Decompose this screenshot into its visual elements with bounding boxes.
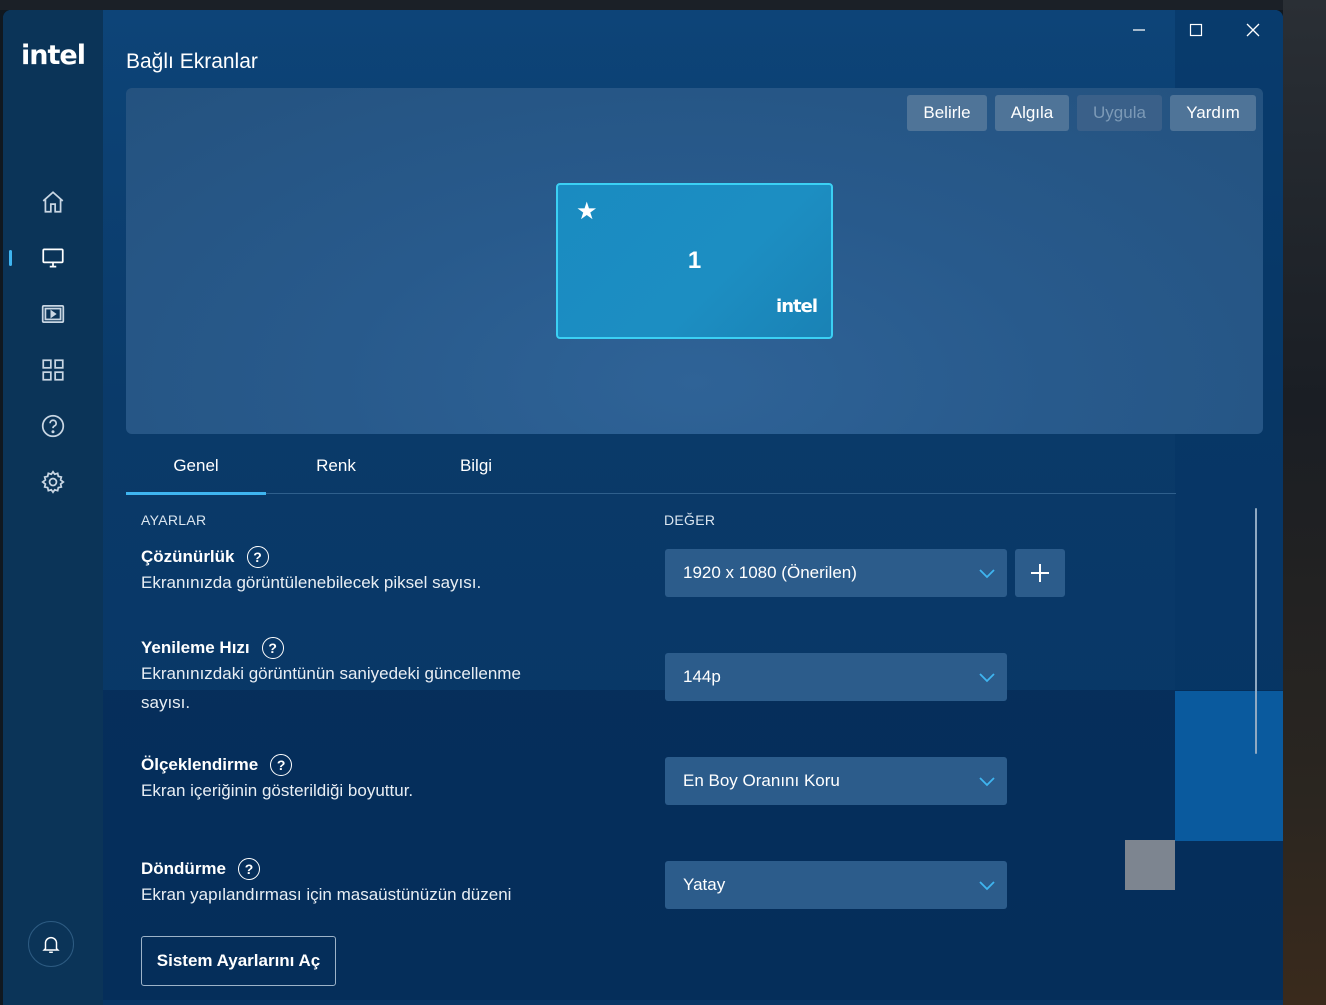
- resolution-value: 1920 x 1080 (Önerilen): [683, 563, 857, 582]
- close-button[interactable]: [1233, 18, 1273, 42]
- chevron-down-icon: [979, 881, 995, 891]
- sidebar-item-settings[interactable]: [3, 460, 103, 504]
- resolution-description: Ekranınızda görüntülenebilecek piksel sa…: [141, 573, 482, 592]
- display-tile-1[interactable]: ★ 1 intel: [556, 183, 833, 339]
- identify-button[interactable]: Belirle: [907, 95, 987, 131]
- help-icon[interactable]: ?: [270, 754, 293, 776]
- scaling-dropdown[interactable]: En Boy Oranını Koru: [665, 757, 1007, 805]
- display-intel-logo: intel: [776, 296, 818, 317]
- refresh-rate-description: Ekranınızdaki görüntünün saniyedeki günc…: [141, 664, 521, 712]
- add-resolution-button[interactable]: [1015, 549, 1065, 597]
- display-preview-panel: Belirle Algıla Uygula Yardım ★ 1 intel: [126, 88, 1263, 434]
- value-column-header: DEĞER: [664, 512, 716, 528]
- help-button[interactable]: Yardım: [1170, 95, 1256, 131]
- open-system-settings-button[interactable]: Sistem Ayarlarını Aç: [141, 936, 336, 986]
- tab-general[interactable]: Genel: [126, 446, 266, 495]
- rotation-description: Ekran yapılandırması için masaüstünüzün …: [141, 885, 512, 904]
- resolution-dropdown[interactable]: 1920 x 1080 (Önerilen): [665, 549, 1007, 597]
- resolution-title: Çözünürlük ?: [141, 546, 269, 568]
- rotation-title: Döndürme ?: [141, 858, 260, 880]
- desktop-background-right: [1283, 0, 1326, 1005]
- tab-bar: Genel Renk Bilgi: [126, 446, 1176, 495]
- scaling-label: Ölçeklendirme: [141, 755, 259, 774]
- tab-color[interactable]: Renk: [266, 446, 406, 494]
- help-icon[interactable]: ?: [238, 858, 260, 880]
- sidebar: intel: [3, 10, 103, 1005]
- maximize-icon: [1189, 23, 1203, 37]
- sidebar-item-home[interactable]: [3, 180, 103, 224]
- help-icon[interactable]: ?: [261, 637, 284, 659]
- refresh-rate-dropdown[interactable]: 144p: [665, 653, 1007, 701]
- minimize-button[interactable]: [1119, 18, 1159, 42]
- chevron-down-icon: [979, 673, 995, 683]
- maximize-button[interactable]: [1176, 18, 1216, 42]
- apps-grid-icon: [42, 359, 64, 381]
- desktop-background-top: [0, 0, 1326, 10]
- scrollbar[interactable]: [1255, 508, 1257, 754]
- bell-icon: [42, 936, 60, 953]
- decorative-block: [1175, 691, 1283, 841]
- video-icon: [41, 305, 65, 323]
- notifications-button[interactable]: [28, 921, 74, 967]
- minimize-icon: [1133, 29, 1145, 31]
- plus-icon: [1031, 564, 1049, 582]
- refresh-rate-label: Yenileme Hızı: [141, 638, 250, 657]
- apply-button[interactable]: Uygula: [1077, 95, 1162, 131]
- page-title: Bağlı Ekranlar: [126, 50, 258, 73]
- refresh-rate-value: 144p: [683, 667, 721, 686]
- refresh-rate-title: Yenileme Hızı ?: [141, 637, 284, 659]
- display-number: 1: [687, 247, 702, 274]
- sidebar-item-apps[interactable]: [3, 348, 103, 392]
- settings-column-header: AYARLAR: [141, 512, 207, 528]
- scaling-description: Ekran içeriğinin gösterildiği boyuttur.: [141, 781, 414, 800]
- monitor-icon: [42, 248, 64, 268]
- help-icon: [41, 414, 65, 438]
- gear-icon: [41, 470, 65, 494]
- sidebar-item-video[interactable]: [3, 292, 103, 336]
- chevron-down-icon: [979, 777, 995, 787]
- rotation-label: Döndürme: [141, 859, 226, 878]
- sidebar-item-display[interactable]: [3, 236, 103, 280]
- help-icon[interactable]: ?: [246, 546, 269, 568]
- decorative-block: [1125, 840, 1175, 890]
- chevron-down-icon: [979, 569, 995, 579]
- close-icon: [1246, 23, 1260, 37]
- app-window: intel Bağlı Ekranlar Belirle Algıla Uygu…: [3, 10, 1283, 1005]
- tab-info[interactable]: Bilgi: [406, 446, 546, 494]
- star-icon: ★: [576, 198, 598, 225]
- scaling-value: En Boy Oranını Koru: [683, 771, 840, 790]
- sidebar-item-help[interactable]: [3, 404, 103, 448]
- detect-button[interactable]: Algıla: [995, 95, 1069, 131]
- home-icon: [42, 191, 64, 213]
- resolution-label: Çözünürlük: [141, 547, 235, 566]
- rotation-dropdown[interactable]: Yatay: [665, 861, 1007, 909]
- scaling-title: Ölçeklendirme ?: [141, 754, 293, 776]
- intel-logo: intel: [21, 40, 86, 71]
- rotation-value: Yatay: [683, 875, 726, 894]
